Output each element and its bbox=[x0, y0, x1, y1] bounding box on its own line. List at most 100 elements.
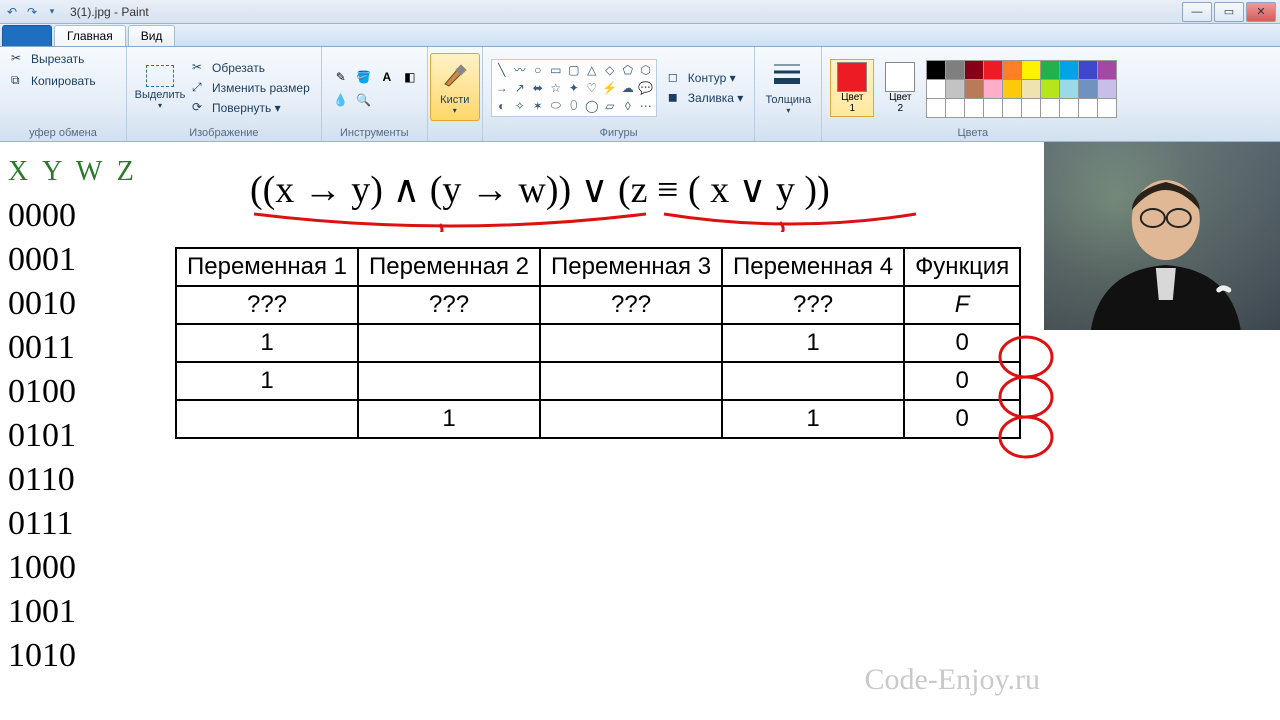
pencil-icon: ✎ bbox=[336, 70, 346, 84]
group-brushes: Кисти ▾ bbox=[428, 47, 483, 141]
select-button[interactable]: Выделить ▾ bbox=[135, 54, 185, 122]
variable-header: X Y W Z bbox=[8, 150, 138, 194]
shape-fill-button[interactable]: ◼Заливка ▾ bbox=[665, 89, 747, 107]
palette-swatch[interactable] bbox=[926, 60, 946, 80]
table-row: ????????????F bbox=[176, 286, 1020, 324]
file-tab[interactable] bbox=[2, 25, 52, 46]
palette-swatch[interactable] bbox=[1059, 79, 1079, 99]
palette-swatch[interactable] bbox=[945, 79, 965, 99]
brushes-button[interactable]: Кисти ▾ bbox=[430, 53, 480, 121]
palette-swatch[interactable] bbox=[1002, 60, 1022, 80]
text-tool[interactable]: A bbox=[376, 66, 398, 88]
palette-swatch[interactable] bbox=[926, 79, 946, 99]
magnifier-icon: 🔍 bbox=[356, 93, 371, 107]
chevron-down-icon: ▾ bbox=[158, 101, 162, 110]
fill-icon: ◼ bbox=[668, 90, 684, 106]
table-row: 110 bbox=[176, 324, 1020, 362]
maximize-button[interactable]: ▭ bbox=[1214, 2, 1244, 22]
ribbon-tabs: Главная Вид bbox=[0, 24, 1280, 47]
palette-swatch[interactable] bbox=[926, 98, 946, 118]
red-underline-right bbox=[660, 210, 920, 232]
palette-swatch[interactable] bbox=[1097, 79, 1117, 99]
palette-swatch[interactable] bbox=[1021, 98, 1041, 118]
table-header: Переменная 2 bbox=[358, 248, 540, 286]
color2-swatch bbox=[885, 62, 915, 92]
close-button[interactable]: ✕ bbox=[1246, 2, 1276, 22]
palette-swatch[interactable] bbox=[1059, 98, 1079, 118]
binary-row: 0010 bbox=[8, 282, 138, 326]
palette-swatch[interactable] bbox=[1002, 79, 1022, 99]
cut-button[interactable]: ✂Вырезать bbox=[8, 50, 87, 68]
resize-icon: ⤢ bbox=[192, 80, 208, 96]
watermark: Code-Enjoy.ru bbox=[864, 663, 1040, 697]
eraser-tool[interactable]: ◧ bbox=[399, 66, 421, 88]
palette-swatch[interactable] bbox=[964, 98, 984, 118]
color1-button[interactable]: Цвет 1 bbox=[830, 59, 874, 117]
palette-swatch[interactable] bbox=[1040, 98, 1060, 118]
eyedropper-icon: 💧 bbox=[333, 93, 348, 107]
palette-swatch[interactable] bbox=[1021, 60, 1041, 80]
tab-view[interactable]: Вид bbox=[128, 25, 176, 46]
truth-table: Переменная 1Переменная 2Переменная 3Пере… bbox=[175, 247, 1021, 439]
shapes-gallery[interactable]: ╲〰○▭▢△◇⬠⬡ →↗⬌☆✦♡⚡☁💬 ◐✧✶⬭⬯◯▱◊⋯ bbox=[491, 59, 657, 117]
palette-swatch[interactable] bbox=[983, 98, 1003, 118]
color2-button[interactable]: Цвет 2 bbox=[878, 59, 922, 117]
boolean-formula: ((x → y) ∧ (y → w)) ∨ (z ≡ ( x ∨ y )) bbox=[250, 167, 830, 212]
rotate-button[interactable]: ⟳Повернуть ▾ bbox=[189, 99, 313, 117]
copy-button[interactable]: ⧉Копировать bbox=[8, 72, 99, 90]
binary-row: 0000 bbox=[8, 194, 138, 238]
presenter-webcam bbox=[1044, 142, 1280, 330]
palette-swatch[interactable] bbox=[983, 79, 1003, 99]
fill-tool[interactable]: 🪣 bbox=[353, 66, 375, 88]
palette-swatch[interactable] bbox=[1078, 98, 1098, 118]
undo-icon[interactable]: ↶ bbox=[4, 4, 20, 20]
group-colors: Цвет 1 Цвет 2 Цвета bbox=[822, 47, 1123, 141]
color1-swatch bbox=[837, 62, 867, 92]
group-tools: ✎ 🪣 A ◧ 💧 🔍 Инструменты bbox=[322, 47, 428, 141]
palette-swatch[interactable] bbox=[1078, 60, 1098, 80]
palette-swatch[interactable] bbox=[1078, 79, 1098, 99]
palette-swatch[interactable] bbox=[1002, 98, 1022, 118]
resize-button[interactable]: ⤢Изменить размер bbox=[189, 79, 313, 97]
palette-swatch[interactable] bbox=[1097, 60, 1117, 80]
binary-row: 1001 bbox=[8, 590, 138, 634]
table-header: Переменная 4 bbox=[722, 248, 904, 286]
palette-swatch[interactable] bbox=[1040, 60, 1060, 80]
palette-swatch[interactable] bbox=[964, 60, 984, 80]
qat-dropdown-icon[interactable]: ▾ bbox=[44, 4, 60, 20]
eraser-icon: ◧ bbox=[404, 70, 415, 84]
palette-swatch[interactable] bbox=[1021, 79, 1041, 99]
shape-outline-button[interactable]: ◻Контур ▾ bbox=[665, 69, 747, 87]
group-label-clipboard: уфер обмена bbox=[8, 125, 118, 139]
bucket-icon: 🪣 bbox=[356, 70, 371, 84]
palette-swatch[interactable] bbox=[1040, 79, 1060, 99]
group-label-shapes: Фигуры bbox=[491, 125, 747, 139]
picker-tool[interactable]: 💧 bbox=[330, 89, 352, 111]
crop-button[interactable]: ✂Обрезать bbox=[189, 59, 313, 77]
chevron-down-icon: ▾ bbox=[453, 106, 457, 115]
color-palette[interactable] bbox=[926, 60, 1115, 116]
tab-home[interactable]: Главная bbox=[54, 25, 126, 46]
table-header: Переменная 3 bbox=[540, 248, 722, 286]
paint-canvas[interactable]: X Y W Z 00000001001000110100010101100111… bbox=[0, 142, 1044, 701]
palette-swatch[interactable] bbox=[1097, 98, 1117, 118]
select-icon bbox=[146, 65, 174, 87]
minimize-button[interactable]: — bbox=[1182, 2, 1212, 22]
palette-swatch[interactable] bbox=[945, 60, 965, 80]
group-clipboard: ✂Вырезать ⧉Копировать уфер обмена bbox=[0, 47, 127, 141]
binary-row: 0101 bbox=[8, 414, 138, 458]
size-button[interactable]: Толщина ▾ bbox=[763, 54, 813, 122]
binary-row: 1010 bbox=[8, 634, 138, 678]
binary-combinations-list: X Y W Z 00000001001000110100010101100111… bbox=[8, 150, 138, 678]
palette-swatch[interactable] bbox=[1059, 60, 1079, 80]
binary-row: 0011 bbox=[8, 326, 138, 370]
pencil-tool[interactable]: ✎ bbox=[330, 66, 352, 88]
binary-row: 0001 bbox=[8, 238, 138, 282]
palette-swatch[interactable] bbox=[964, 79, 984, 99]
zoom-tool[interactable]: 🔍 bbox=[353, 89, 375, 111]
group-label-colors: Цвета bbox=[830, 125, 1115, 139]
palette-swatch[interactable] bbox=[945, 98, 965, 118]
palette-swatch[interactable] bbox=[983, 60, 1003, 80]
group-size: Толщина ▾ bbox=[755, 47, 822, 141]
redo-icon[interactable]: ↷ bbox=[24, 4, 40, 20]
